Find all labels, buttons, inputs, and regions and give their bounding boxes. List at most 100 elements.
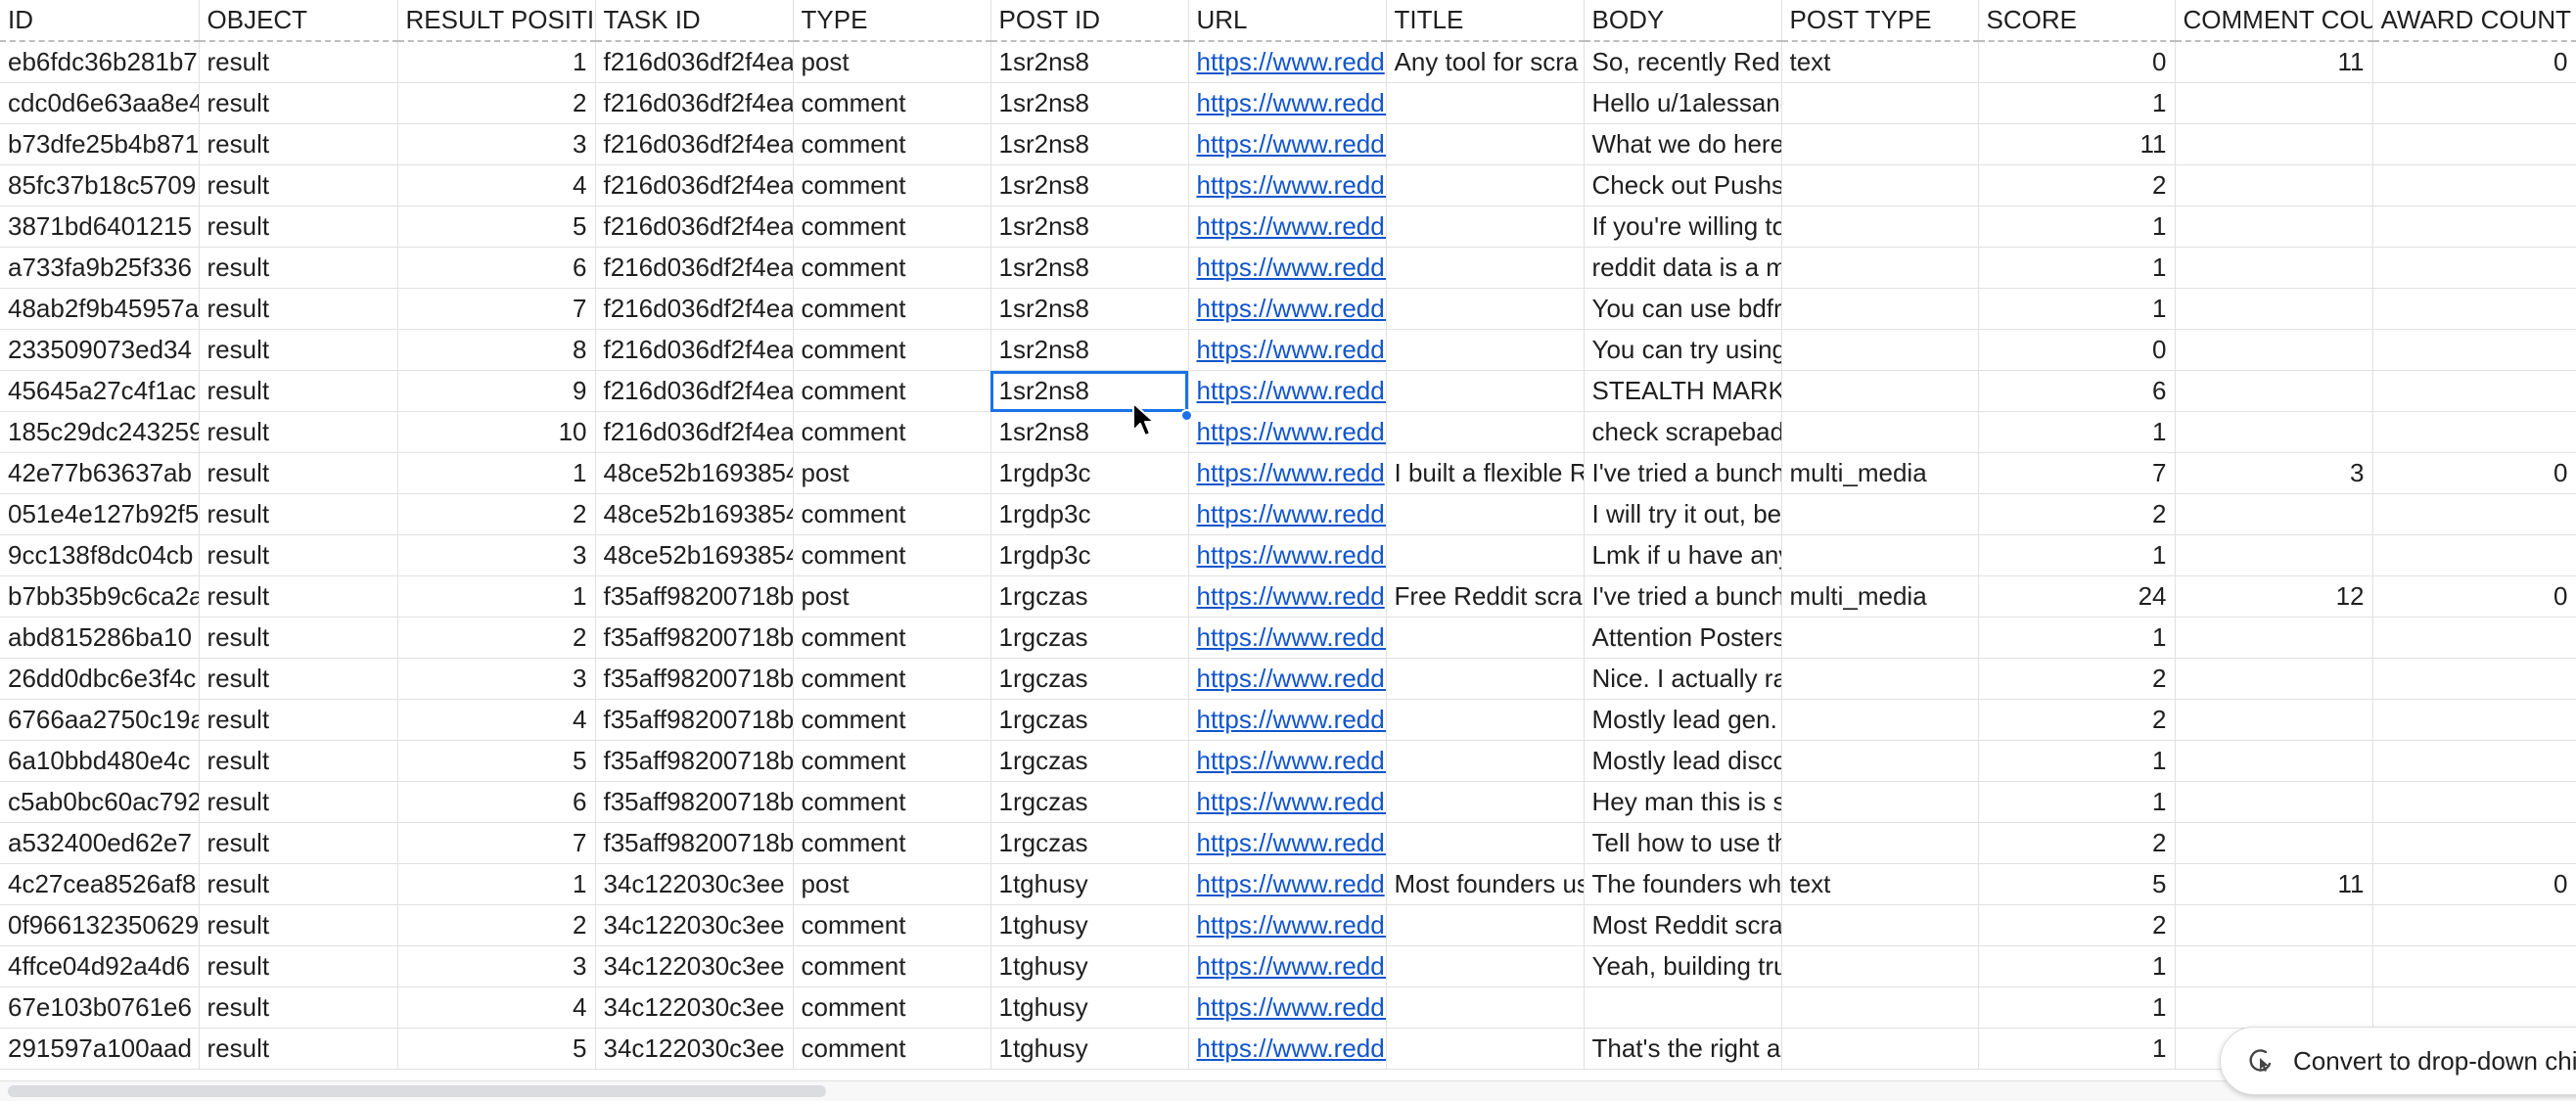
cell-type[interactable]: post bbox=[793, 452, 991, 494]
cell-type[interactable]: comment bbox=[793, 82, 991, 124]
cell-score[interactable]: 1 bbox=[1978, 617, 2176, 659]
cell-post-id[interactable]: 1sr2ns8 bbox=[990, 82, 1189, 124]
cell-object[interactable]: result bbox=[199, 658, 398, 700]
cell-type[interactable]: comment bbox=[793, 247, 991, 289]
cell-object[interactable]: result bbox=[199, 493, 398, 535]
cell-position[interactable]: 1 bbox=[397, 452, 596, 494]
cell-post-id[interactable]: 1sr2ns8 bbox=[990, 288, 1189, 330]
cell-id[interactable]: 051e4e127b92f5 bbox=[0, 493, 200, 535]
cell-post-id[interactable]: 1rgczas bbox=[990, 781, 1189, 823]
cell-id[interactable]: a733fa9b25f336 bbox=[0, 247, 200, 289]
cell-title[interactable] bbox=[1386, 247, 1585, 289]
cell-title[interactable] bbox=[1386, 699, 1585, 741]
cell-url[interactable]: https://www.redd bbox=[1188, 575, 1387, 618]
cell-award-count[interactable] bbox=[2372, 986, 2576, 1029]
cell-type[interactable]: comment bbox=[793, 986, 991, 1029]
cell-url[interactable]: https://www.reddit.com/r/n8n/com bbox=[1188, 699, 1387, 741]
cell-score[interactable]: 1 bbox=[1978, 1028, 2176, 1070]
cell-url[interactable]: https://www.reddit.com/r/NoCodeSaaS/comm… bbox=[1188, 986, 1387, 1029]
cell-post-type[interactable]: text bbox=[1781, 41, 1979, 83]
cell-id[interactable]: 185c29dc243259 bbox=[0, 411, 200, 453]
cell-url[interactable]: https://www.reddit.com/r/n8n/com bbox=[1188, 781, 1387, 823]
cell-post-type[interactable] bbox=[1781, 493, 1979, 535]
selected-cell[interactable]: 1sr2ns8 bbox=[990, 370, 1189, 412]
cell-task-id[interactable]: 34c122030c3ee bbox=[595, 863, 794, 905]
cell-position[interactable]: 6 bbox=[397, 781, 596, 823]
cell-post-type[interactable] bbox=[1781, 370, 1979, 412]
cell-id[interactable]: b7bb35b9c6ca2a bbox=[0, 575, 200, 618]
column-header-score[interactable]: SCORE bbox=[1978, 0, 2176, 42]
cell-object[interactable]: result bbox=[199, 41, 398, 83]
cell-score[interactable]: 1 bbox=[1978, 411, 2176, 453]
cell-body[interactable] bbox=[1584, 986, 1782, 1029]
cell-title[interactable] bbox=[1386, 781, 1585, 823]
cell-post-id[interactable]: 1tghusy bbox=[990, 863, 1189, 905]
cell-post-type[interactable] bbox=[1781, 123, 1979, 165]
cell-award-count[interactable]: 0 bbox=[2372, 863, 2576, 905]
cell-post-type[interactable] bbox=[1781, 247, 1979, 289]
cell-title[interactable] bbox=[1386, 370, 1585, 412]
cell-task-id[interactable]: f35aff98200718b bbox=[595, 575, 794, 618]
cell-award-count[interactable] bbox=[2372, 206, 2576, 248]
cell-object[interactable]: result bbox=[199, 904, 398, 946]
cell-award-count[interactable] bbox=[2372, 781, 2576, 823]
cell-comment-count[interactable] bbox=[2175, 123, 2373, 165]
cell-post-type[interactable] bbox=[1781, 699, 1979, 741]
cell-post-type[interactable] bbox=[1781, 904, 1979, 946]
cell-id[interactable]: 0f966132350629 bbox=[0, 904, 200, 946]
cell-body[interactable]: You can try using Python libraries bbox=[1584, 329, 1782, 371]
cell-type[interactable]: comment bbox=[793, 1028, 991, 1070]
cell-object[interactable]: result bbox=[199, 329, 398, 371]
cell-body[interactable]: Attention Posters: Please follow o bbox=[1584, 617, 1782, 659]
cell-url[interactable]: https://www.reddit.com/r/NoCodeS bbox=[1188, 904, 1387, 946]
cell-position[interactable]: 4 bbox=[397, 164, 596, 206]
cell-task-id[interactable]: 34c122030c3ee bbox=[595, 986, 794, 1029]
cell-body[interactable]: Yeah, building trust first worked w bbox=[1584, 945, 1782, 987]
cell-object[interactable]: result bbox=[199, 411, 398, 453]
cell-score[interactable]: 1 bbox=[1978, 781, 2176, 823]
cell-object[interactable]: result bbox=[199, 699, 398, 741]
cell-id[interactable]: 4ffce04d92a4d6 bbox=[0, 945, 200, 987]
cell-position[interactable]: 3 bbox=[397, 945, 596, 987]
cell-award-count[interactable] bbox=[2372, 740, 2576, 782]
cell-score[interactable]: 2 bbox=[1978, 658, 2176, 700]
cell-task-id[interactable]: f216d036df2f4ea bbox=[595, 411, 794, 453]
cell-type[interactable]: comment bbox=[793, 370, 991, 412]
cell-id[interactable]: 9cc138f8dc04cb bbox=[0, 534, 200, 576]
cell-task-id[interactable]: f216d036df2f4ea bbox=[595, 288, 794, 330]
cell-title[interactable] bbox=[1386, 493, 1585, 535]
cell-type[interactable]: post bbox=[793, 41, 991, 83]
cell-url[interactable]: https://www.reddit.com/r/n8n/com bbox=[1188, 658, 1387, 700]
cell-score[interactable]: 6 bbox=[1978, 370, 2176, 412]
cell-comment-count[interactable] bbox=[2175, 82, 2373, 124]
cell-task-id[interactable]: f35aff98200718b bbox=[595, 617, 794, 659]
cell-position[interactable]: 6 bbox=[397, 247, 596, 289]
cell-post-type[interactable] bbox=[1781, 945, 1979, 987]
cell-id[interactable]: cdc0d6e63aa8e4 bbox=[0, 82, 200, 124]
cell-post-type[interactable] bbox=[1781, 740, 1979, 782]
cell-award-count[interactable] bbox=[2372, 370, 2576, 412]
cell-task-id[interactable]: f35aff98200718b bbox=[595, 699, 794, 741]
cell-position[interactable]: 4 bbox=[397, 699, 596, 741]
cell-type[interactable]: comment bbox=[793, 740, 991, 782]
cell-body[interactable]: You can use bdfr https://github.co bbox=[1584, 288, 1782, 330]
cell-url[interactable]: https://www.reddit.com/r/DataHoa bbox=[1188, 164, 1387, 206]
cell-url[interactable]: https://www.redd bbox=[1188, 452, 1387, 494]
cell-comment-count[interactable] bbox=[2175, 822, 2373, 864]
cell-comment-count[interactable] bbox=[2175, 740, 2373, 782]
cell-post-id[interactable]: 1sr2ns8 bbox=[990, 164, 1189, 206]
cell-post-type[interactable] bbox=[1781, 164, 1979, 206]
cell-post-id[interactable]: 1rgczas bbox=[990, 658, 1189, 700]
cell-post-id[interactable]: 1rgdp3c bbox=[990, 534, 1189, 576]
cell-post-id[interactable]: 1sr2ns8 bbox=[990, 247, 1189, 289]
cell-position[interactable]: 5 bbox=[397, 740, 596, 782]
cell-id[interactable]: 42e77b63637ab bbox=[0, 452, 200, 494]
cell-title[interactable] bbox=[1386, 822, 1585, 864]
cell-comment-count[interactable] bbox=[2175, 288, 2373, 330]
cell-score[interactable]: 0 bbox=[1978, 329, 2176, 371]
cell-task-id[interactable]: f35aff98200718b bbox=[595, 781, 794, 823]
cell-award-count[interactable] bbox=[2372, 822, 2576, 864]
cell-score[interactable]: 1 bbox=[1978, 986, 2176, 1029]
cell-body[interactable]: The founders wh bbox=[1584, 863, 1782, 905]
cell-type[interactable]: comment bbox=[793, 411, 991, 453]
